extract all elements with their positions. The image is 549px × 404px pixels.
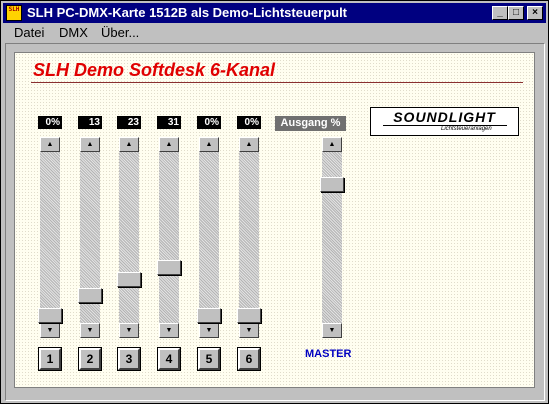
master-label: MASTER <box>305 348 352 360</box>
channel-6-fader-thumb[interactable] <box>237 308 261 323</box>
close-button[interactable]: × <box>527 6 543 20</box>
master-fader-track[interactable] <box>322 137 342 338</box>
menu-dmx[interactable]: DMX <box>59 25 88 40</box>
logo-subtext: Lichtsteueranlagen <box>441 126 492 132</box>
window-title: SLH PC-DMX-Karte 1512B als Demo-Lichtste… <box>27 5 348 20</box>
channel-3-value-display: 23 <box>117 116 141 129</box>
logo-text: SOUNDLIGHT <box>393 109 496 125</box>
panel-heading: SLH Demo Softdesk 6-Kanal <box>33 60 276 80</box>
channel-1-scroll-up-button[interactable]: ▲ <box>40 137 60 152</box>
channel-5-scroll-down-button[interactable]: ▼ <box>199 323 219 338</box>
channel-3-scroll-down-button[interactable]: ▼ <box>119 323 139 338</box>
channel-2-fader-track[interactable] <box>80 137 100 338</box>
channel-1-button[interactable]: 1 <box>38 347 62 371</box>
channel-5-value-display: 0% <box>197 116 221 129</box>
channel-2-fader-thumb[interactable] <box>78 288 102 303</box>
channel-4-button[interactable]: 4 <box>157 347 181 371</box>
channel-1-scroll-down-button[interactable]: ▼ <box>40 323 60 338</box>
menu-datei[interactable]: Datei <box>14 25 44 40</box>
channel-3-fader-track[interactable] <box>119 137 139 338</box>
heading-divider <box>31 82 523 83</box>
master-scroll-up-button[interactable]: ▲ <box>322 137 342 152</box>
channel-2-value-display: 13 <box>78 116 102 129</box>
app-icon[interactable]: SLH <box>6 5 22 21</box>
channel-6-value-display: 0% <box>237 116 261 129</box>
channel-6-scroll-up-button[interactable]: ▲ <box>239 137 259 152</box>
maximize-button[interactable]: □ <box>508 6 524 20</box>
soundlight-logo: SOUNDLIGHT Lichtsteueranlagen <box>370 107 519 136</box>
master-fader-thumb[interactable] <box>320 177 344 192</box>
channel-3-scroll-up-button[interactable]: ▲ <box>119 137 139 152</box>
channel-5-scroll-up-button[interactable]: ▲ <box>199 137 219 152</box>
title-bar[interactable]: SLH SLH PC-DMX-Karte 1512B als Demo-Lich… <box>3 3 546 23</box>
channel-2-scroll-down-button[interactable]: ▼ <box>80 323 100 338</box>
channel-5-button[interactable]: 5 <box>197 347 221 371</box>
channel-3-fader-thumb[interactable] <box>117 272 141 287</box>
minimize-button[interactable]: _ <box>492 6 508 20</box>
channel-2-button[interactable]: 2 <box>78 347 102 371</box>
channel-4-fader-thumb[interactable] <box>157 260 181 275</box>
channel-6-scroll-down-button[interactable]: ▼ <box>239 323 259 338</box>
menu-bar: Datei DMX Über... <box>3 24 546 43</box>
channel-4-scroll-down-button[interactable]: ▼ <box>159 323 179 338</box>
master-scroll-down-button[interactable]: ▼ <box>322 323 342 338</box>
channel-4-scroll-up-button[interactable]: ▲ <box>159 137 179 152</box>
channel-2-scroll-up-button[interactable]: ▲ <box>80 137 100 152</box>
channel-3-button[interactable]: 3 <box>117 347 141 371</box>
channel-4-fader-track[interactable] <box>159 137 179 338</box>
channel-4-value-display: 31 <box>157 116 181 129</box>
channel-1-value-display: 0% <box>38 116 62 129</box>
master-output-header: Ausgang % <box>275 116 346 131</box>
channel-1-fader-thumb[interactable] <box>38 308 62 323</box>
channel-6-button[interactable]: 6 <box>237 347 261 371</box>
channel-5-fader-thumb[interactable] <box>197 308 221 323</box>
menu-uber[interactable]: Über... <box>101 25 139 40</box>
